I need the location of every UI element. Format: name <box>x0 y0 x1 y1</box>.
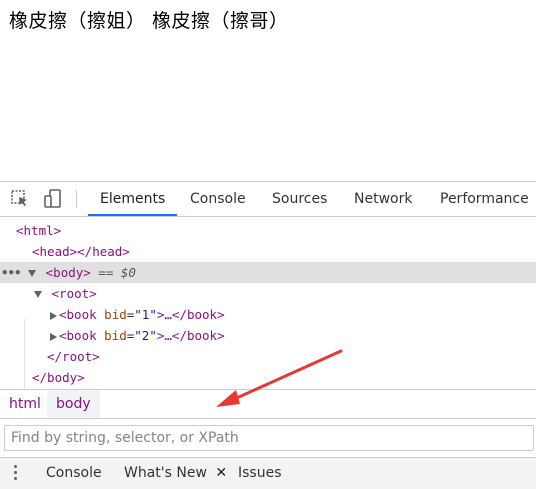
dom-node-book-1[interactable]: <book bid="1">…</book> <box>50 304 225 325</box>
drawer-menu-icon[interactable] <box>14 465 18 483</box>
tag-body-close: </body> <box>32 370 85 385</box>
dom-node-body-selected[interactable]: ••• <body> == $0 <box>0 262 536 283</box>
breadcrumb-html[interactable]: html <box>0 390 50 418</box>
indent-guide <box>24 319 25 389</box>
dom-node-head[interactable]: <head></head> <box>32 241 130 262</box>
drawer-tab-console[interactable]: Console <box>46 458 102 489</box>
dom-node-body-close[interactable]: </body> <box>32 367 85 388</box>
tab-network[interactable]: Network <box>354 182 412 216</box>
breadcrumb: html body <box>0 389 536 419</box>
tag-html-open: <html> <box>16 223 62 238</box>
attr-value: "1" <box>134 307 157 322</box>
tag-book-open: <book <box>59 307 97 322</box>
breadcrumb-body[interactable]: body <box>47 390 100 418</box>
collapse-triangle-icon[interactable] <box>34 291 42 298</box>
attr-name: bid <box>104 328 127 343</box>
toolbar-separator <box>76 190 77 208</box>
devtools-toolbar: Elements Console Sources Network Perform… <box>0 182 536 217</box>
find-input[interactable]: Find by string, selector, or XPath <box>4 425 534 451</box>
tag-book-close: </book> <box>171 328 225 343</box>
dom-node-book-2[interactable]: <book bid="2">…</book> <box>50 325 225 346</box>
collapse-triangle-icon[interactable] <box>28 270 37 277</box>
dom-node-root-close[interactable]: </root> <box>47 346 100 367</box>
tab-console[interactable]: Console <box>190 182 246 216</box>
tag-head: <head></head> <box>32 244 130 259</box>
attr-value: "2" <box>134 328 157 343</box>
device-toolbar-icon[interactable] <box>42 188 64 210</box>
tag-ellipsis: >… <box>156 307 172 322</box>
dom-node-root[interactable]: <root> <box>34 283 97 304</box>
drawer-tab-issues[interactable]: Issues <box>238 458 282 489</box>
tag-ellipsis: >… <box>156 328 172 343</box>
expand-triangle-icon[interactable] <box>50 311 57 320</box>
tag-book-open: <book <box>59 328 97 343</box>
drawer-tab-whats-new[interactable]: What's New ✕ <box>124 458 227 489</box>
tag-body-open: <body> <box>45 265 91 280</box>
inspect-element-icon[interactable] <box>9 188 31 210</box>
tag-root-close: </root> <box>47 349 100 364</box>
tab-elements[interactable]: Elements <box>88 182 178 216</box>
drawer-tabbar: Console What's New ✕ Issues <box>0 457 536 489</box>
tag-root-open: <root> <box>51 286 97 301</box>
page-content-text: 橡皮擦（擦姐） 橡皮擦（擦哥） <box>9 10 289 32</box>
selected-node-marker: == $0 <box>98 265 136 280</box>
elements-tree: <html> <head></head> ••• <body> == $0 <r… <box>0 217 536 389</box>
expand-triangle-icon[interactable] <box>50 332 57 341</box>
dom-node-html[interactable]: <html> <box>16 220 61 241</box>
tab-performance[interactable]: Performance <box>440 182 529 216</box>
tab-sources[interactable]: Sources <box>272 182 327 216</box>
more-actions-icon[interactable]: ••• <box>1 265 22 280</box>
devtools-panel: Elements Console Sources Network Perform… <box>0 181 536 489</box>
tag-book-close: </book> <box>171 307 225 322</box>
drawer-tab-label: What's New <box>124 465 207 481</box>
close-icon[interactable]: ✕ <box>215 465 227 481</box>
attr-name: bid <box>104 307 127 322</box>
